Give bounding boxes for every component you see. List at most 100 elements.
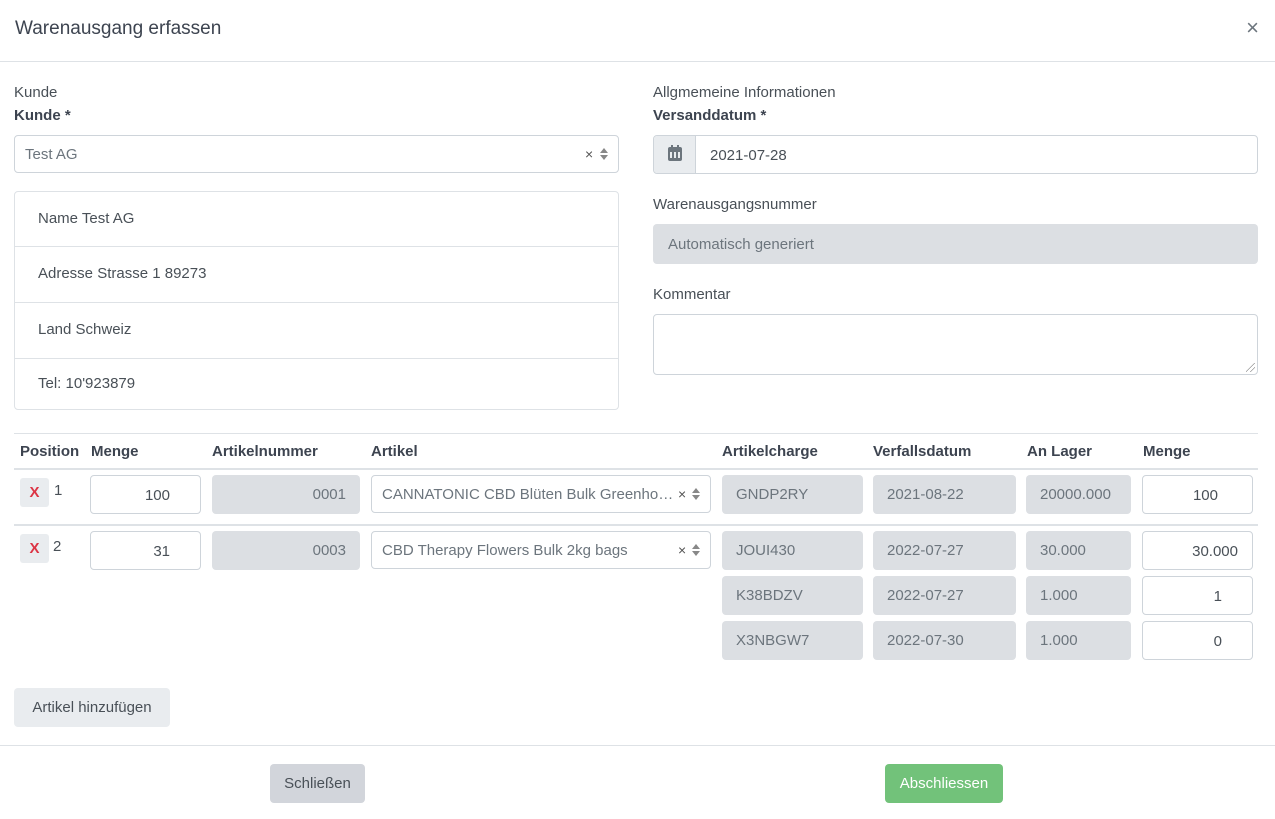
ship-date-label: Versanddatum * xyxy=(653,107,766,124)
expiry-field: 2022-07-27 xyxy=(873,531,1016,570)
quantity-input[interactable]: 31 xyxy=(90,531,201,570)
batch-value: K38BDZV xyxy=(736,587,803,604)
customer-field-label: Kunde * xyxy=(14,107,71,124)
stock-value: 30.000 xyxy=(1040,542,1086,559)
customer-label-text: Kunde xyxy=(14,107,61,124)
header-verfallsdatum: Verfallsdatum xyxy=(873,443,972,460)
article-select[interactable]: CANNATONIC CBD Blüten Bulk Greenhouse × xyxy=(371,475,711,513)
batch-field: GNDP2RY xyxy=(722,475,863,514)
article-number-value: 0003 xyxy=(312,542,346,559)
header-position: Position xyxy=(20,443,80,460)
expiry-value: 2022-07-30 xyxy=(887,632,964,649)
batch-value: X3NBGW7 xyxy=(736,632,810,649)
general-section-title: Allgmemeine Informationen xyxy=(653,84,836,101)
batch-value: GNDP2RY xyxy=(736,486,809,503)
expiry-field: 2021-08-22 xyxy=(873,475,1016,514)
batch-quantity-input[interactable]: 0 xyxy=(1142,621,1253,660)
batch-quantity-value: 1 xyxy=(1213,588,1222,605)
stock-field: 1.000 xyxy=(1026,576,1131,615)
list-item: Tel: 10'923879 xyxy=(15,359,618,409)
sort-arrows-icon[interactable] xyxy=(599,148,609,162)
batch-quantity-input[interactable]: 100 xyxy=(1142,475,1253,514)
header-divider xyxy=(14,468,1258,470)
address-street: Adresse Strasse 1 89273 xyxy=(38,265,207,282)
address-phone: Tel: 10'923879 xyxy=(38,375,136,392)
ship-date-input[interactable]: 2021-07-28 xyxy=(653,135,1258,174)
number-value: Automatisch generiert xyxy=(668,236,814,253)
comment-label: Kommentar xyxy=(653,286,731,303)
modal-title: Warenausgang erfassen xyxy=(15,18,222,39)
comment-textarea[interactable] xyxy=(653,314,1258,375)
delete-row-button[interactable]: X xyxy=(20,478,49,507)
batch-field: X3NBGW7 xyxy=(722,621,863,660)
batch-quantity-value: 0 xyxy=(1213,633,1222,650)
required-mark: * xyxy=(64,107,71,124)
stock-field: 30.000 xyxy=(1026,531,1131,570)
batch-quantity-value: 30.000 xyxy=(1192,543,1238,560)
close-icon[interactable]: × xyxy=(1246,16,1259,40)
customer-select[interactable]: Test AG × xyxy=(14,135,619,173)
add-item-button[interactable]: Artikel hinzufügen xyxy=(14,688,170,727)
resize-handle-icon[interactable] xyxy=(1246,363,1255,372)
number-field: Automatisch generiert xyxy=(653,224,1258,264)
stock-field: 20000.000 xyxy=(1026,475,1131,514)
stock-value: 1.000 xyxy=(1040,587,1078,604)
article-select-value: CBD Therapy Flowers Bulk 2kg bags xyxy=(382,542,628,559)
ship-date-label-text: Versanddatum xyxy=(653,107,757,124)
article-select-value: CANNATONIC CBD Blüten Bulk Greenhouse xyxy=(382,486,677,503)
expiry-value: 2022-07-27 xyxy=(887,542,964,559)
header-menge: Menge xyxy=(91,443,139,460)
sort-arrows-icon[interactable] xyxy=(691,488,701,502)
header-artikelnummer: Artikelnummer xyxy=(212,443,318,460)
stock-value: 1.000 xyxy=(1040,632,1078,649)
row-position: 1 xyxy=(54,482,63,499)
row-position: 2 xyxy=(53,538,62,555)
quantity-input[interactable]: 100 xyxy=(90,475,201,514)
address-country: Land Schweiz xyxy=(38,321,132,338)
batch-value: JOUI430 xyxy=(736,542,796,559)
batch-quantity-input[interactable]: 1 xyxy=(1142,576,1253,615)
customer-select-value: Test AG xyxy=(25,146,78,163)
article-number-field: 0003 xyxy=(212,531,360,570)
calendar-icon xyxy=(668,145,682,161)
expiry-value: 2021-08-22 xyxy=(887,486,964,503)
close-button[interactable]: Schließen xyxy=(270,764,365,803)
header-an-lager: An Lager xyxy=(1027,443,1093,460)
ship-date-value: 2021-07-28 xyxy=(710,147,787,164)
modal-header: Warenausgang erfassen × xyxy=(0,0,1275,62)
header-artikelcharge: Artikelcharge xyxy=(722,443,818,460)
finish-button[interactable]: Abschliessen xyxy=(885,764,1003,803)
number-label: Warenausgangsnummer xyxy=(653,196,817,213)
clear-icon[interactable]: × xyxy=(678,486,686,502)
delete-row-button[interactable]: X xyxy=(20,534,49,563)
quantity-value: 31 xyxy=(153,543,170,560)
row-divider xyxy=(14,524,1258,526)
header-artikel: Artikel xyxy=(371,443,418,460)
article-number-value: 0001 xyxy=(312,486,346,503)
address-name: Name Test AG xyxy=(38,210,135,227)
customer-section-title: Kunde xyxy=(14,84,58,101)
expiry-field: 2022-07-30 xyxy=(873,621,1016,660)
batch-quantity-input[interactable]: 30.000 xyxy=(1142,531,1253,570)
expiry-field: 2022-07-27 xyxy=(873,576,1016,615)
batch-field: JOUI430 xyxy=(722,531,863,570)
batch-field: K38BDZV xyxy=(722,576,863,615)
table-top-border xyxy=(14,433,1258,434)
quantity-value: 100 xyxy=(144,487,170,504)
customer-address-list: Name Test AG Adresse Strasse 1 89273 Lan… xyxy=(14,191,619,410)
header-menge-batch: Menge xyxy=(1143,443,1191,460)
article-number-field: 0001 xyxy=(212,475,360,514)
batch-quantity-value: 100 xyxy=(1192,487,1218,504)
footer-divider xyxy=(0,745,1275,746)
required-mark: * xyxy=(760,107,767,124)
article-select[interactable]: CBD Therapy Flowers Bulk 2kg bags × xyxy=(371,531,711,569)
sort-arrows-icon[interactable] xyxy=(691,544,701,558)
clear-icon[interactable]: × xyxy=(585,146,593,162)
list-item: Name Test AG xyxy=(15,192,618,247)
expiry-value: 2022-07-27 xyxy=(887,587,964,604)
calendar-addon[interactable] xyxy=(654,136,696,173)
stock-value: 20000.000 xyxy=(1040,486,1111,503)
clear-icon[interactable]: × xyxy=(678,542,686,558)
stock-field: 1.000 xyxy=(1026,621,1131,660)
list-item: Adresse Strasse 1 89273 xyxy=(15,247,618,303)
